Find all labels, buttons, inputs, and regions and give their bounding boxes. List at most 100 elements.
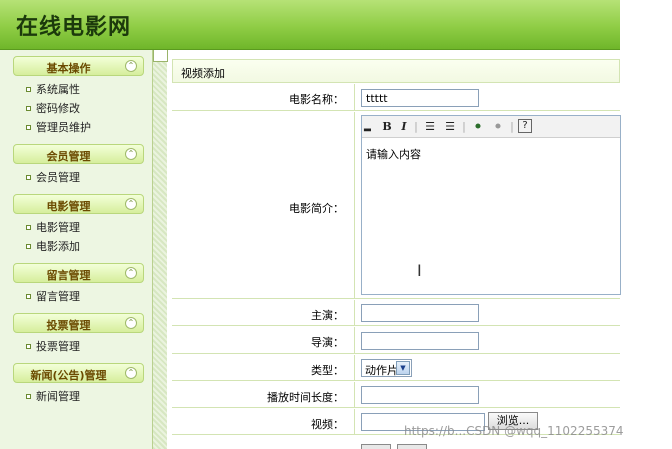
sidebar-item-label: 会员管理 — [36, 171, 80, 184]
text-cursor-icon: I — [417, 261, 422, 280]
collapse-icon[interactable]: ⌃ — [125, 148, 137, 160]
collapse-icon[interactable]: ⌃ — [125, 267, 137, 279]
bullet-icon — [26, 344, 31, 349]
reset-button[interactable] — [397, 444, 427, 449]
sidebar-group-header[interactable]: 基本操作 ⌃ — [13, 56, 144, 76]
actors-input[interactable] — [361, 304, 479, 322]
watermark: https://b...CSDN @wqq_1102255374 — [404, 424, 624, 438]
field-label: 视频： — [311, 418, 344, 431]
sidebar-item-vote-management[interactable]: 投票管理 — [0, 337, 152, 356]
sidebar-splitter[interactable] — [152, 50, 168, 449]
unlink-icon[interactable]: ⚫ — [490, 119, 506, 135]
sidebar-item-label: 电影添加 — [36, 240, 80, 253]
collapse-icon[interactable]: ⌃ — [125, 317, 137, 329]
sidebar-item-label: 投票管理 — [36, 340, 80, 353]
sidebar-group-header[interactable]: 投票管理 ⌃ — [13, 313, 144, 333]
collapse-icon[interactable]: ⌃ — [125, 60, 137, 72]
sidebar-group-header[interactable]: 新闻(公告)管理 ⌃ — [13, 363, 144, 383]
column-divider — [354, 300, 355, 325]
column-divider — [354, 327, 355, 353]
sidebar-item-movie-add[interactable]: 电影添加 — [0, 237, 152, 256]
field-label: 播放时间长度： — [267, 391, 344, 404]
sidebar-group-title: 新闻(公告)管理 — [30, 369, 107, 382]
submit-button[interactable] — [361, 444, 391, 449]
column-divider — [354, 382, 355, 407]
column-divider — [354, 112, 355, 298]
sidebar-item-label: 管理员维护 — [36, 121, 91, 134]
bullet-icon — [26, 175, 31, 180]
rich-text-editor[interactable]: ▂ B I | ☰ ☰ | ⚫ ⚫ | ? 请输入内容 I — [361, 115, 621, 295]
form-row-intro: 电影简介： ▂ B I | ☰ ☰ | ⚫ ⚫ | ? 请输入内容 I — [172, 112, 621, 299]
bullet-icon — [26, 244, 31, 249]
form-row-director: 导演： — [172, 327, 620, 354]
field-label: 主演： — [311, 309, 344, 322]
bullet-icon — [26, 225, 31, 230]
duration-input[interactable] — [361, 386, 479, 404]
sidebar-group-title: 基本操作 — [46, 62, 91, 75]
bullet-icon — [26, 394, 31, 399]
field-label: 类型： — [311, 364, 344, 377]
collapse-icon[interactable]: ⌃ — [125, 367, 137, 379]
italic-icon[interactable]: I — [398, 119, 410, 135]
bullet-icon — [26, 294, 31, 299]
toolbar-divider: | — [414, 120, 418, 133]
sidebar-item-system-properties[interactable]: 系统属性 — [0, 80, 152, 99]
unordered-list-icon[interactable]: ☰ — [442, 119, 458, 135]
field-label: 电影名称： — [289, 93, 344, 106]
sidebar-group-basic: 基本操作 ⌃ 系统属性 密码修改 管理员维护 — [0, 56, 152, 139]
sidebar-item-password-change[interactable]: 密码修改 — [0, 99, 152, 118]
main-content: 视频添加 电影名称： ttttt 电影简介： ▂ B I | ☰ ☰ | ⚫ ⚫… — [172, 50, 672, 449]
sidebar-group-title: 留言管理 — [46, 269, 91, 282]
sidebar-item-label: 电影管理 — [36, 221, 80, 234]
splitter-toggle[interactable] — [153, 50, 168, 62]
sidebar-group-movies: 电影管理 ⌃ 电影管理 电影添加 — [0, 194, 152, 258]
ordered-list-icon[interactable]: ☰ — [422, 119, 438, 135]
toolbar-divider: | — [510, 120, 514, 133]
sidebar-item-label: 留言管理 — [36, 290, 80, 303]
sidebar-item-admin-maintenance[interactable]: 管理员维护 — [0, 118, 152, 137]
field-label: 导演： — [311, 336, 344, 349]
sidebar-item-label: 密码修改 — [36, 102, 80, 115]
sidebar-group-news: 新闻(公告)管理 ⌃ 新闻管理 — [0, 363, 152, 408]
sidebar-item-news-management[interactable]: 新闻管理 — [0, 387, 152, 406]
sidebar-item-message-management[interactable]: 留言管理 — [0, 287, 152, 306]
director-input[interactable] — [361, 332, 479, 350]
select-value: 动作片 — [365, 364, 398, 377]
help-icon[interactable]: ? — [518, 119, 532, 133]
editor-content[interactable]: 请输入内容 — [362, 138, 620, 170]
form-row-duration: 播放时间长度： — [172, 382, 620, 408]
sidebar-group-title: 投票管理 — [46, 319, 91, 332]
sidebar-item-member-management[interactable]: 会员管理 — [0, 168, 152, 187]
toolbar-handle-icon: ▂ — [364, 122, 371, 132]
bullet-icon — [26, 106, 31, 111]
form-row-actors: 主演： — [172, 300, 620, 326]
bullet-icon — [26, 87, 31, 92]
sidebar-group-header[interactable]: 电影管理 ⌃ — [13, 194, 144, 214]
sidebar-group-title: 电影管理 — [46, 200, 91, 213]
column-divider — [354, 84, 355, 110]
chevron-down-icon[interactable]: ▼ — [396, 361, 410, 375]
sidebar-item-label: 系统属性 — [36, 83, 80, 96]
movie-name-input[interactable]: ttttt — [361, 89, 479, 107]
sidebar-group-members: 会员管理 ⌃ 会员管理 — [0, 144, 152, 189]
bold-icon[interactable]: B — [380, 119, 394, 135]
toolbar-divider: | — [462, 120, 466, 133]
header-blank — [620, 0, 672, 50]
sidebar-group-votes: 投票管理 ⌃ 投票管理 — [0, 313, 152, 358]
sidebar: 基本操作 ⌃ 系统属性 密码修改 管理员维护 会员管理 ⌃ 会员管理 电影管理 … — [0, 50, 152, 449]
sidebar-item-movie-management[interactable]: 电影管理 — [0, 218, 152, 237]
movie-type-select[interactable]: 动作片 ▼ — [361, 359, 412, 377]
form-title: 视频添加 — [172, 59, 620, 83]
field-label: 电影简介： — [289, 202, 344, 215]
app-header: 在线电影网 — [0, 0, 620, 50]
collapse-icon[interactable]: ⌃ — [125, 198, 137, 210]
form-row-name: 电影名称： ttttt — [172, 84, 620, 111]
sidebar-group-header[interactable]: 留言管理 ⌃ — [13, 263, 144, 283]
sidebar-group-header[interactable]: 会员管理 ⌃ — [13, 144, 144, 164]
form-row-type: 类型： 动作片 ▼ — [172, 355, 620, 381]
editor-toolbar: ▂ B I | ☰ ☰ | ⚫ ⚫ | ? — [362, 116, 620, 138]
link-icon[interactable]: ⚫ — [470, 119, 486, 135]
sidebar-item-label: 新闻管理 — [36, 390, 80, 403]
column-divider — [354, 409, 355, 434]
bullet-icon — [26, 125, 31, 130]
